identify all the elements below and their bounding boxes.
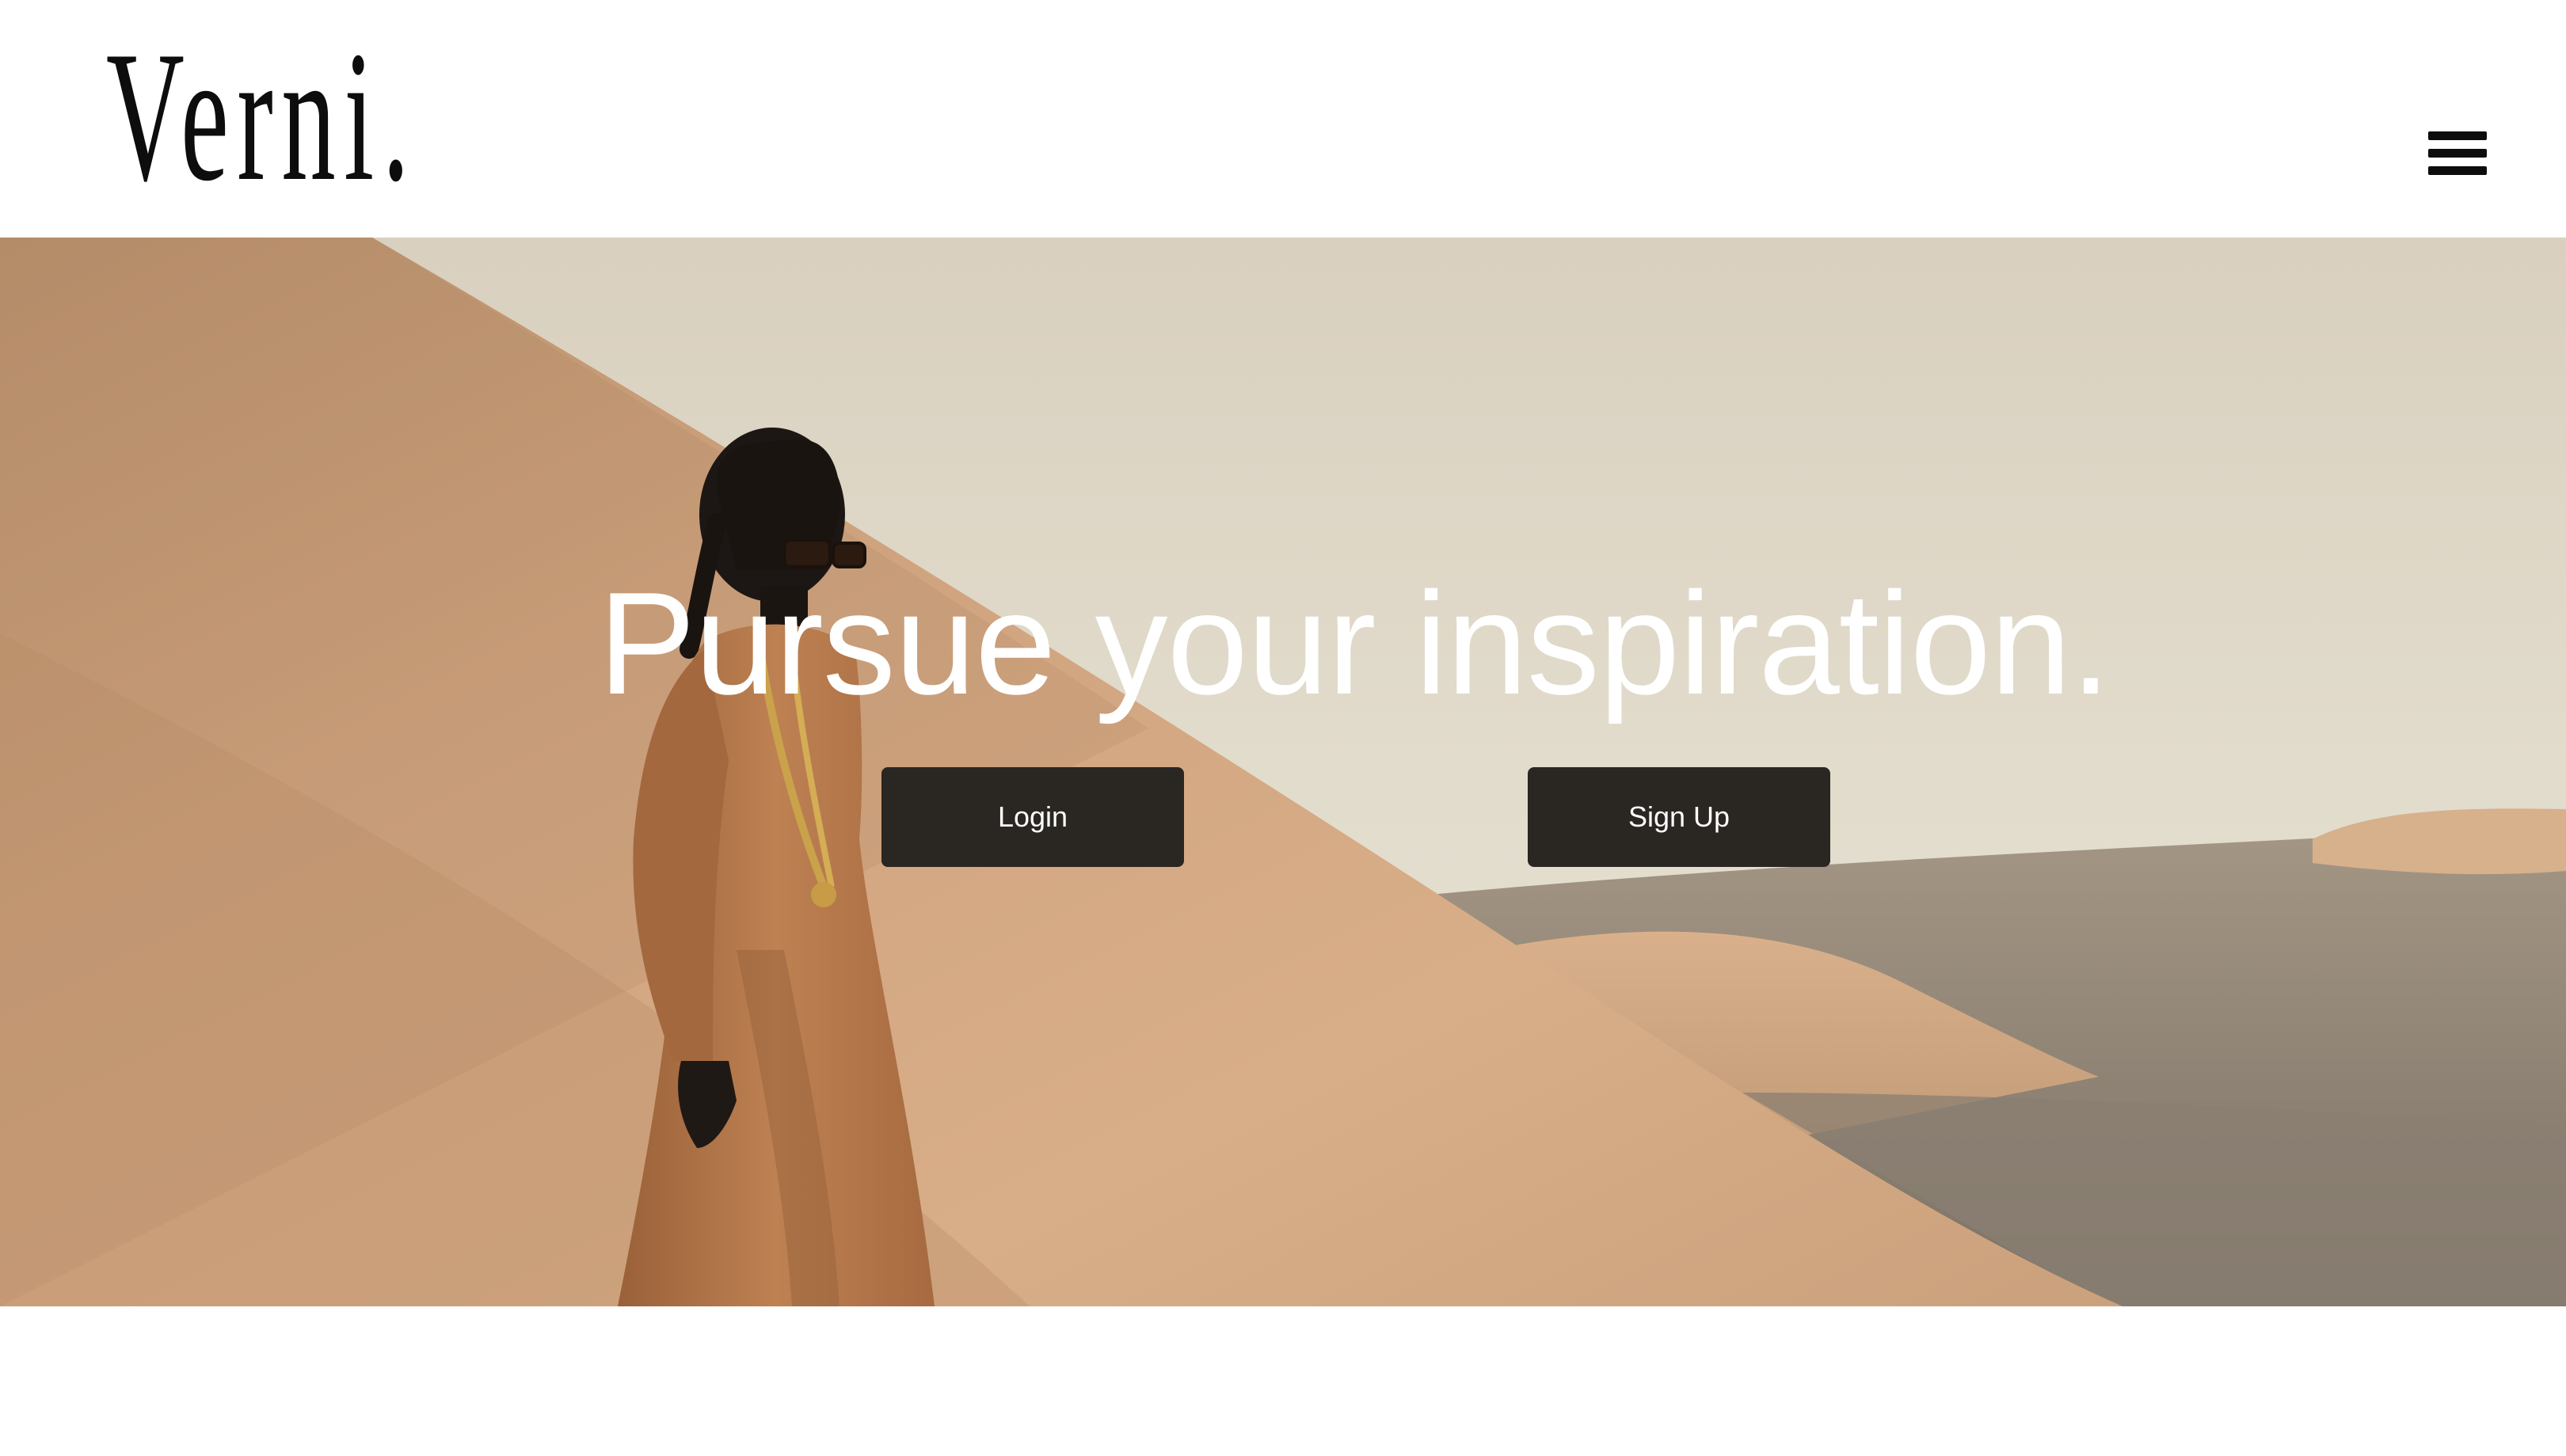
hero-section: Pursue your inspiration. Login Sign Up: [0, 238, 2566, 1306]
menu-bar-bottom: [2428, 166, 2487, 175]
hero-heading: Pursue your inspiration.: [598, 561, 2111, 724]
menu-bar-middle: [2428, 149, 2487, 158]
menu-bar-top: [2428, 131, 2487, 140]
login-button[interactable]: Login: [881, 767, 1184, 867]
brand-logo[interactable]: Verni.: [106, 24, 417, 211]
hero-background-image: [0, 238, 2566, 1306]
hamburger-menu-icon[interactable]: [2423, 124, 2490, 187]
sign-up-button[interactable]: Sign Up: [1528, 767, 1830, 867]
landing-page: Verni. Pursue your inspiration. Login Si…: [0, 0, 2566, 1456]
site-header: Verni.: [0, 0, 2566, 238]
page-bottom-space: [0, 1306, 2566, 1456]
